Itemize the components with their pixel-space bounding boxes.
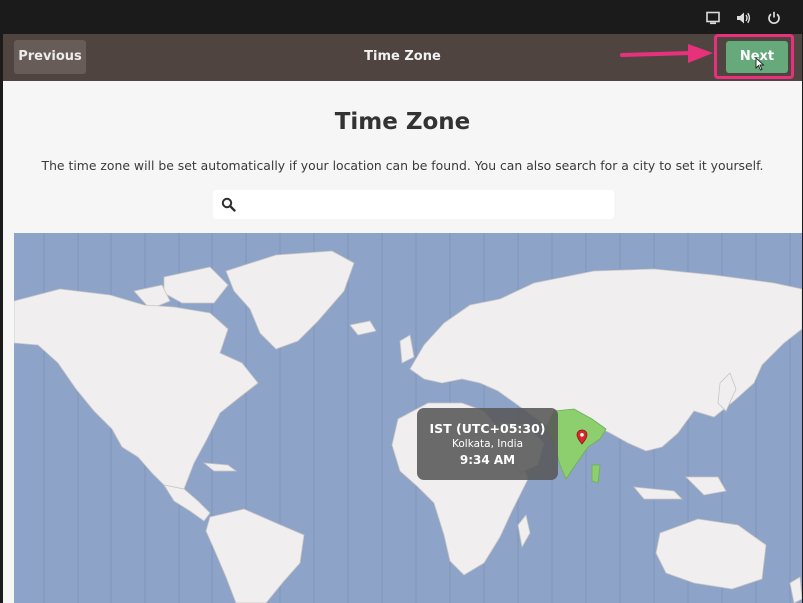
power-icon[interactable] (767, 10, 781, 29)
description-text: The time zone will be set automatically … (41, 158, 764, 173)
page-title: Time Zone (334, 109, 471, 135)
search-input[interactable] (245, 194, 609, 217)
location-pin-icon (576, 429, 588, 449)
world-map[interactable] (13, 233, 802, 603)
timezone-abbreviation: IST (UTC+05:30) (429, 421, 546, 436)
timezone-tooltip: IST (UTC+05:30) Kolkata, India 9:34 AM (417, 408, 558, 480)
annotation-arrow-icon (620, 42, 714, 70)
mouse-cursor-icon (755, 56, 765, 75)
system-top-bar (0, 0, 803, 34)
search-icon (221, 197, 236, 216)
installer-window: Previous Time Zone Next Time Zone The ti… (3, 34, 802, 603)
timezone-city: Kolkata, India (451, 438, 524, 450)
header-bar: Previous Time Zone Next (3, 34, 802, 81)
display-icon[interactable] (706, 10, 720, 29)
timezone-local-time: 9:34 AM (459, 453, 516, 467)
city-search-field[interactable] (213, 190, 614, 219)
volume-icon[interactable] (736, 10, 751, 29)
